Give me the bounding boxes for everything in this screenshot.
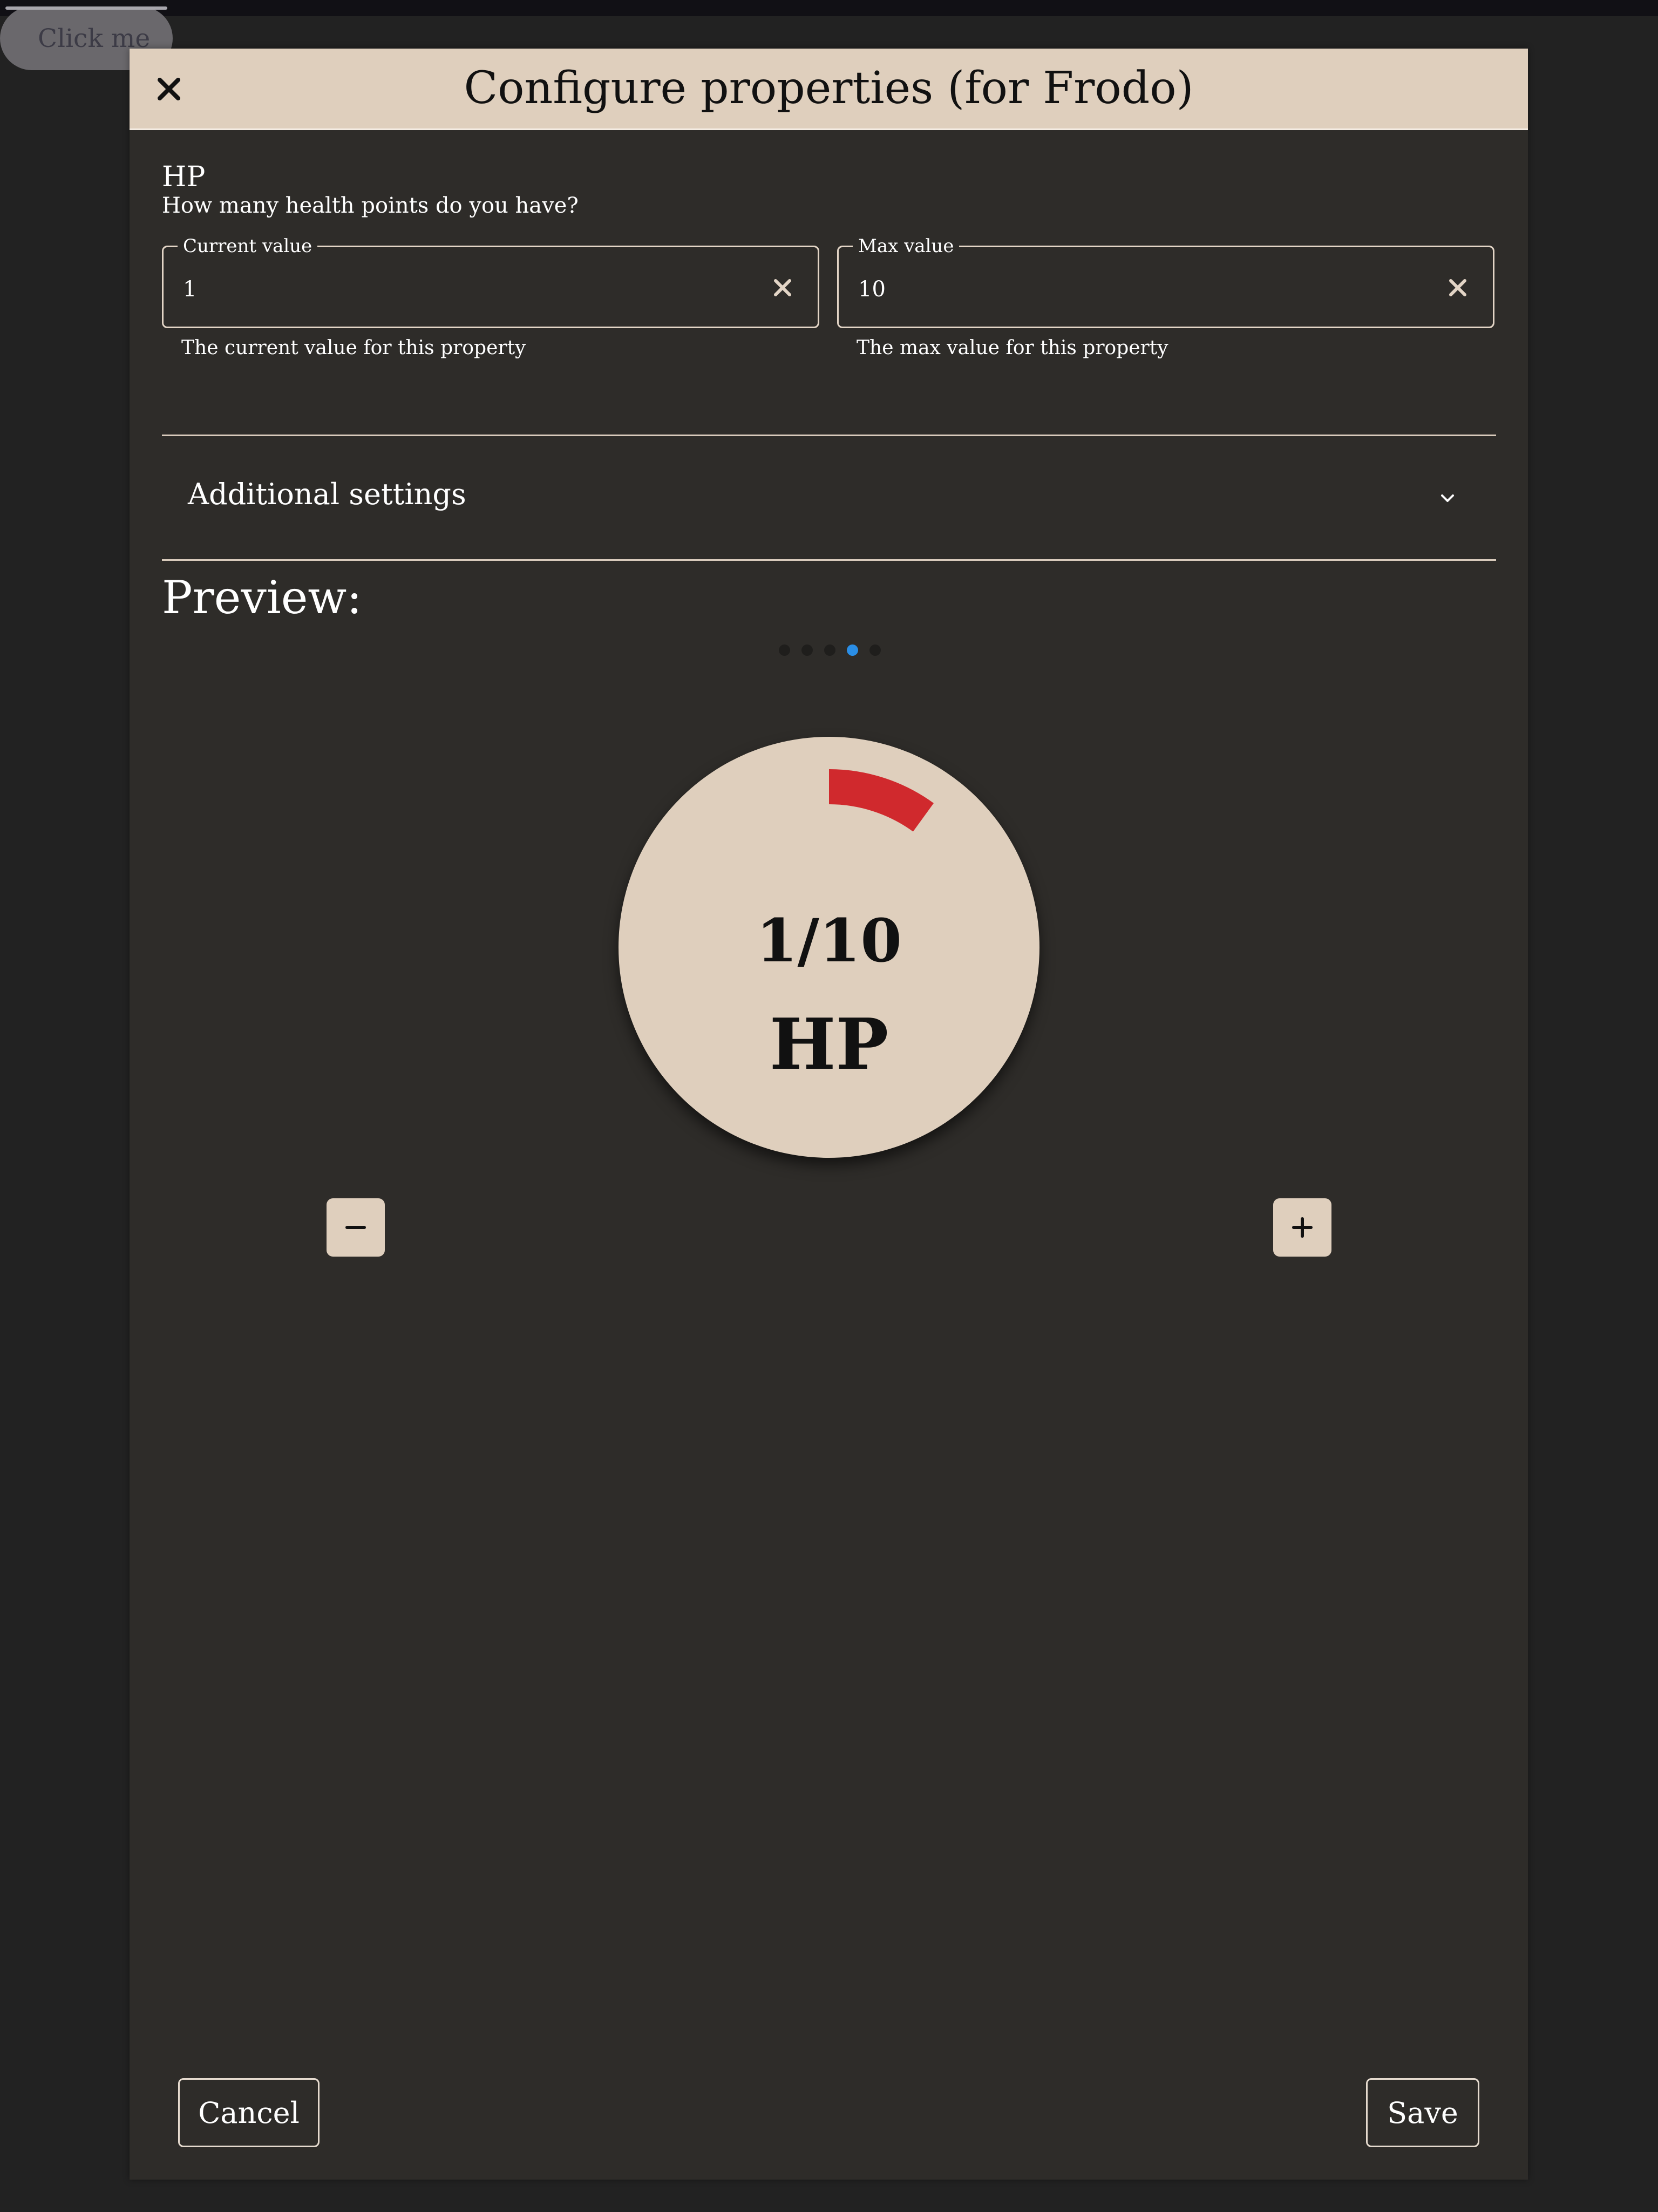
save-button[interactable]: Save — [1366, 2078, 1479, 2147]
gauge-unit: HP — [769, 1003, 889, 1085]
current-value-helper: The current value for this property — [181, 337, 526, 359]
plus-icon — [1292, 1217, 1313, 1238]
hp-gauge: 1/10 HP — [619, 737, 1039, 1158]
max-value-label: Max value — [853, 234, 960, 258]
max-value-helper: The max value for this property — [857, 337, 1168, 359]
carousel-dot[interactable] — [779, 644, 790, 656]
max-value-input[interactable] — [857, 270, 1345, 309]
preview-title: Preview: — [162, 571, 362, 624]
decrement-button[interactable] — [327, 1198, 385, 1257]
carousel-dots — [779, 644, 887, 659]
divider — [162, 559, 1496, 561]
chevron-down-icon — [1437, 488, 1458, 510]
additional-settings-accordion[interactable]: Additional settings — [162, 437, 1496, 559]
carousel-dot[interactable] — [847, 644, 858, 656]
clear-icon[interactable] — [769, 274, 796, 301]
clear-icon[interactable] — [1444, 274, 1471, 301]
minus-icon — [345, 1226, 366, 1229]
gauge-value: 1/10 — [756, 906, 902, 975]
current-value-input[interactable] — [182, 270, 670, 309]
increment-button[interactable] — [1273, 1198, 1331, 1257]
top-strip — [0, 0, 1658, 16]
current-value-field: Current value — [162, 234, 819, 328]
max-value-field: Max value — [837, 234, 1494, 328]
carousel-dot[interactable] — [869, 644, 881, 656]
additional-settings-label: Additional settings — [188, 477, 466, 511]
dialog-title: Configure properties (for Frodo) — [464, 63, 1194, 114]
property-name: HP — [162, 161, 206, 193]
dialog-header: Configure properties (for Frodo) — [130, 49, 1528, 130]
property-description: How many health points do you have? — [162, 193, 579, 218]
cancel-button[interactable]: Cancel — [178, 2078, 320, 2147]
hp-gauge-fill-arc — [829, 769, 934, 832]
configure-properties-dialog: Configure properties (for Frodo) HP How … — [130, 49, 1528, 2180]
carousel-dot[interactable] — [801, 644, 813, 656]
current-value-label: Current value — [178, 234, 318, 258]
carousel-dot[interactable] — [824, 644, 835, 656]
divider — [162, 435, 1496, 436]
